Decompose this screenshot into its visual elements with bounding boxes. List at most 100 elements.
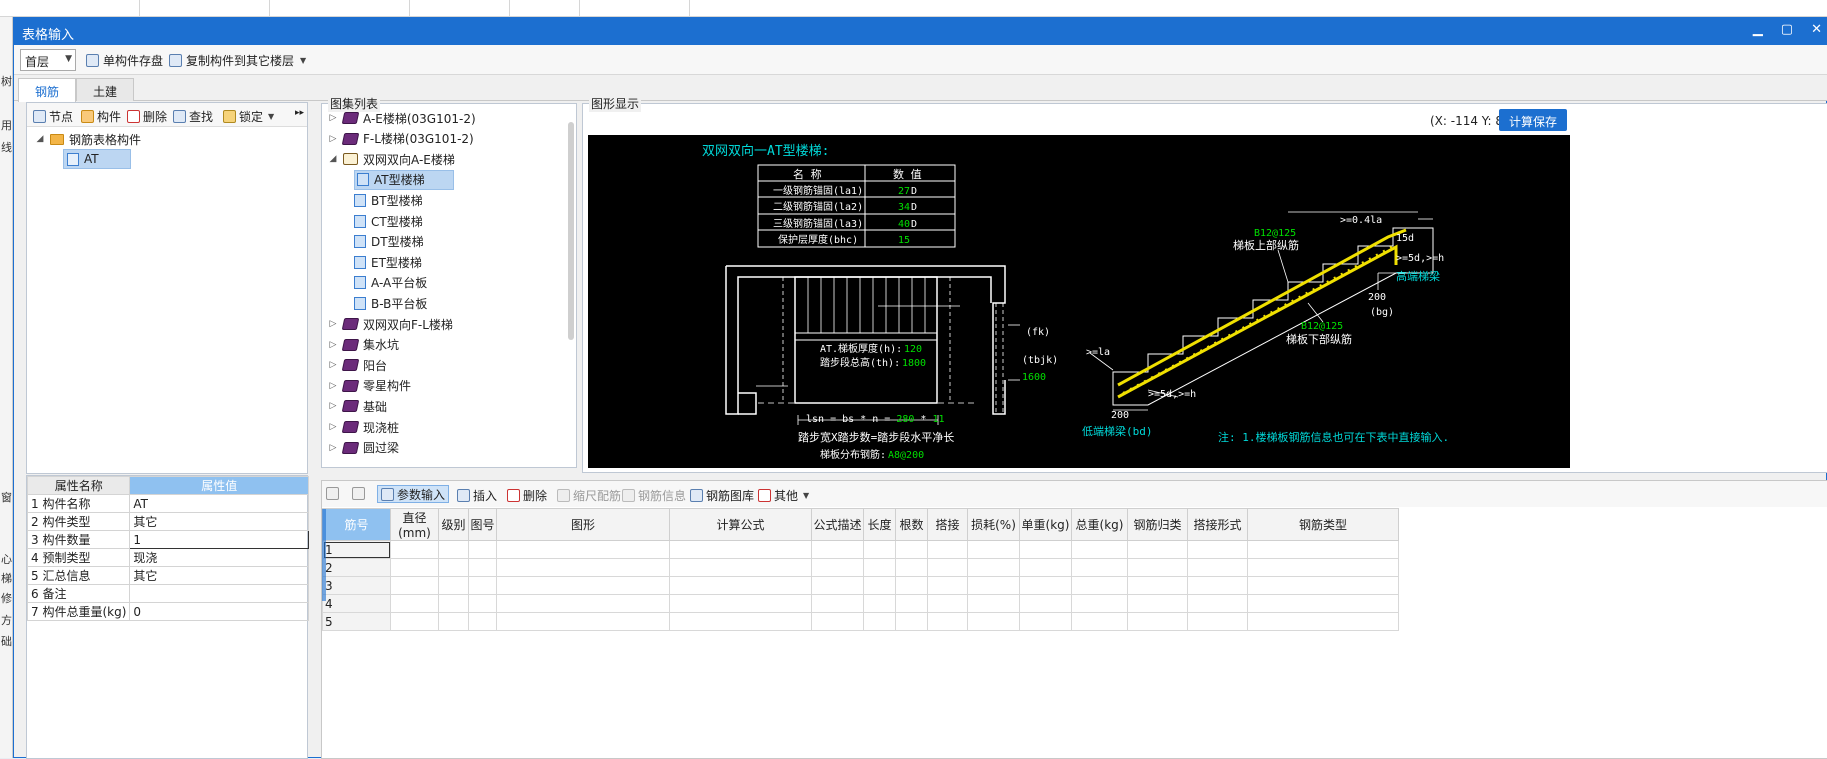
grid-cell[interactable] bbox=[496, 576, 670, 595]
grid-cell[interactable] bbox=[863, 558, 896, 577]
rebar-library-button[interactable]: 钢筋图库 bbox=[690, 487, 754, 504]
tab-rebar[interactable]: 钢筋 bbox=[18, 78, 77, 102]
grid-column-header[interactable]: 单重(kg) bbox=[1019, 508, 1072, 541]
atlas-item[interactable]: ▷ F-L楼梯(03G101-2) bbox=[328, 129, 474, 149]
grid-cell[interactable] bbox=[390, 576, 439, 595]
lock-button[interactable]: 锁定 ▼ bbox=[223, 108, 274, 125]
grid-cell[interactable] bbox=[1247, 576, 1399, 595]
grid-column-header[interactable]: 搭接形式 bbox=[1187, 508, 1248, 541]
expand-icon[interactable]: ▷ bbox=[328, 422, 338, 432]
grid-cell[interactable] bbox=[1247, 612, 1399, 631]
grid-cell[interactable] bbox=[496, 594, 670, 613]
grid-cell[interactable] bbox=[895, 576, 928, 595]
grid-cell[interactable] bbox=[927, 576, 968, 595]
grid-cell[interactable] bbox=[895, 540, 928, 559]
floor-select[interactable]: 首层 ▼ bbox=[20, 49, 76, 71]
grid-cell[interactable] bbox=[1187, 576, 1248, 595]
grid-column-header[interactable]: 图形 bbox=[496, 508, 670, 541]
grid-cell[interactable] bbox=[1187, 612, 1248, 631]
grid-cell[interactable] bbox=[1071, 558, 1128, 577]
grid-cell[interactable] bbox=[1127, 540, 1188, 559]
grid-cell[interactable] bbox=[967, 576, 1020, 595]
grid-cell[interactable] bbox=[468, 540, 497, 559]
grid-cell[interactable] bbox=[1019, 540, 1072, 559]
grid-cell[interactable] bbox=[895, 594, 928, 613]
grid-cell[interactable] bbox=[967, 540, 1020, 559]
grid-cell[interactable] bbox=[811, 540, 864, 559]
atlas-item[interactable]: ▷ 基础 bbox=[328, 396, 387, 416]
grid-column-header[interactable]: 损耗(%) bbox=[967, 508, 1020, 541]
grid-cell[interactable] bbox=[669, 594, 812, 613]
grid-column-header[interactable]: 长度 bbox=[863, 508, 896, 541]
grid-row-number[interactable]: 4 bbox=[322, 594, 391, 613]
prop-value[interactable]: AT bbox=[129, 494, 309, 513]
grid-cell[interactable] bbox=[468, 612, 497, 631]
grid-cell[interactable] bbox=[438, 558, 469, 577]
grid-cell[interactable] bbox=[438, 540, 469, 559]
grid-cell[interactable] bbox=[1071, 612, 1128, 631]
collapse-icon[interactable]: ◢ bbox=[328, 154, 338, 164]
expand-icon[interactable]: ▷ bbox=[328, 381, 338, 391]
grid-column-header[interactable]: 直径(mm) bbox=[390, 508, 439, 541]
grid-cell[interactable] bbox=[1019, 594, 1072, 613]
grid-column-header[interactable]: 筋号 bbox=[322, 508, 391, 541]
component-button[interactable]: 构件 bbox=[81, 108, 121, 125]
collapse-icon[interactable]: ◢ bbox=[35, 134, 45, 144]
grid-cell[interactable] bbox=[1247, 558, 1399, 577]
find-button[interactable]: 查找 bbox=[173, 108, 213, 125]
grid-cell[interactable] bbox=[811, 594, 864, 613]
grid-column-header[interactable]: 根数 bbox=[895, 508, 928, 541]
grid-column-header[interactable]: 级别 bbox=[438, 508, 469, 541]
grid-cell[interactable] bbox=[496, 558, 670, 577]
expand-icon[interactable]: ▷ bbox=[328, 134, 338, 144]
expand-icon[interactable]: ▷ bbox=[328, 360, 338, 370]
rebar-info-button[interactable]: 钢筋信息 bbox=[622, 487, 686, 504]
tree-root[interactable]: ◢ 钢筋表格构件 bbox=[35, 129, 141, 149]
expand-icon[interactable]: ▷ bbox=[328, 443, 338, 453]
grid-cell[interactable] bbox=[1071, 576, 1128, 595]
grid-cell[interactable] bbox=[863, 594, 896, 613]
prop-value[interactable]: 现浇 bbox=[129, 548, 309, 567]
grid-cell[interactable] bbox=[811, 558, 864, 577]
grid-cell[interactable] bbox=[1187, 594, 1248, 613]
grid-cell[interactable] bbox=[863, 576, 896, 595]
prop-value-quantity-input[interactable]: 1 bbox=[129, 530, 309, 549]
grid-cell[interactable] bbox=[895, 612, 928, 631]
tree-item-at[interactable]: AT bbox=[63, 149, 131, 169]
grid-cell[interactable] bbox=[927, 612, 968, 631]
atlas-item[interactable]: ▷ 双网双向F-L楼梯 bbox=[328, 314, 453, 334]
grid-cell[interactable] bbox=[468, 594, 497, 613]
grid-cell[interactable] bbox=[496, 612, 670, 631]
grid-cell[interactable] bbox=[967, 612, 1020, 631]
atlas-item[interactable]: ▷ 阳台 bbox=[328, 355, 387, 375]
atlas-scrollbar[interactable] bbox=[568, 122, 574, 340]
prop-value[interactable]: 其它 bbox=[129, 512, 309, 531]
delete-button[interactable]: 删除 bbox=[127, 108, 167, 125]
atlas-item[interactable]: ▷ 圆过梁 bbox=[328, 438, 399, 458]
tab-civil[interactable]: 土建 bbox=[76, 78, 135, 101]
calc-save-button[interactable]: 计算保存 bbox=[1499, 109, 1567, 131]
expand-icon[interactable]: ▷ bbox=[328, 401, 338, 411]
grid-column-header[interactable]: 图号 bbox=[468, 508, 497, 541]
copy-to-floor-button[interactable]: 复制构件到其它楼层 ▼ bbox=[169, 52, 306, 69]
move-down-icon[interactable] bbox=[352, 487, 365, 500]
grid-column-header[interactable]: 钢筋类型 bbox=[1247, 508, 1399, 541]
atlas-item[interactable]: BT型楼梯 bbox=[354, 190, 423, 210]
expand-icon[interactable]: ▷ bbox=[328, 319, 338, 329]
grid-cell[interactable] bbox=[1187, 540, 1248, 559]
grid-cell[interactable] bbox=[468, 558, 497, 577]
atlas-item[interactable]: DT型楼梯 bbox=[354, 232, 424, 252]
grid-cell[interactable] bbox=[390, 540, 439, 559]
grid-cell[interactable] bbox=[1019, 612, 1072, 631]
more-icon[interactable]: ▸▸ bbox=[295, 108, 304, 118]
grid-cell[interactable] bbox=[1187, 558, 1248, 577]
grid-cell[interactable] bbox=[811, 576, 864, 595]
grid-cell[interactable] bbox=[863, 612, 896, 631]
atlas-item[interactable]: ▷ 集水坑 bbox=[328, 335, 399, 355]
grid-cell[interactable] bbox=[1247, 594, 1399, 613]
grid-column-header[interactable]: 计算公式 bbox=[669, 508, 812, 541]
grid-cell[interactable] bbox=[863, 540, 896, 559]
grid-column-header[interactable]: 搭接 bbox=[927, 508, 968, 541]
prop-value[interactable]: 0 bbox=[129, 602, 309, 621]
grid-cell[interactable] bbox=[967, 558, 1020, 577]
